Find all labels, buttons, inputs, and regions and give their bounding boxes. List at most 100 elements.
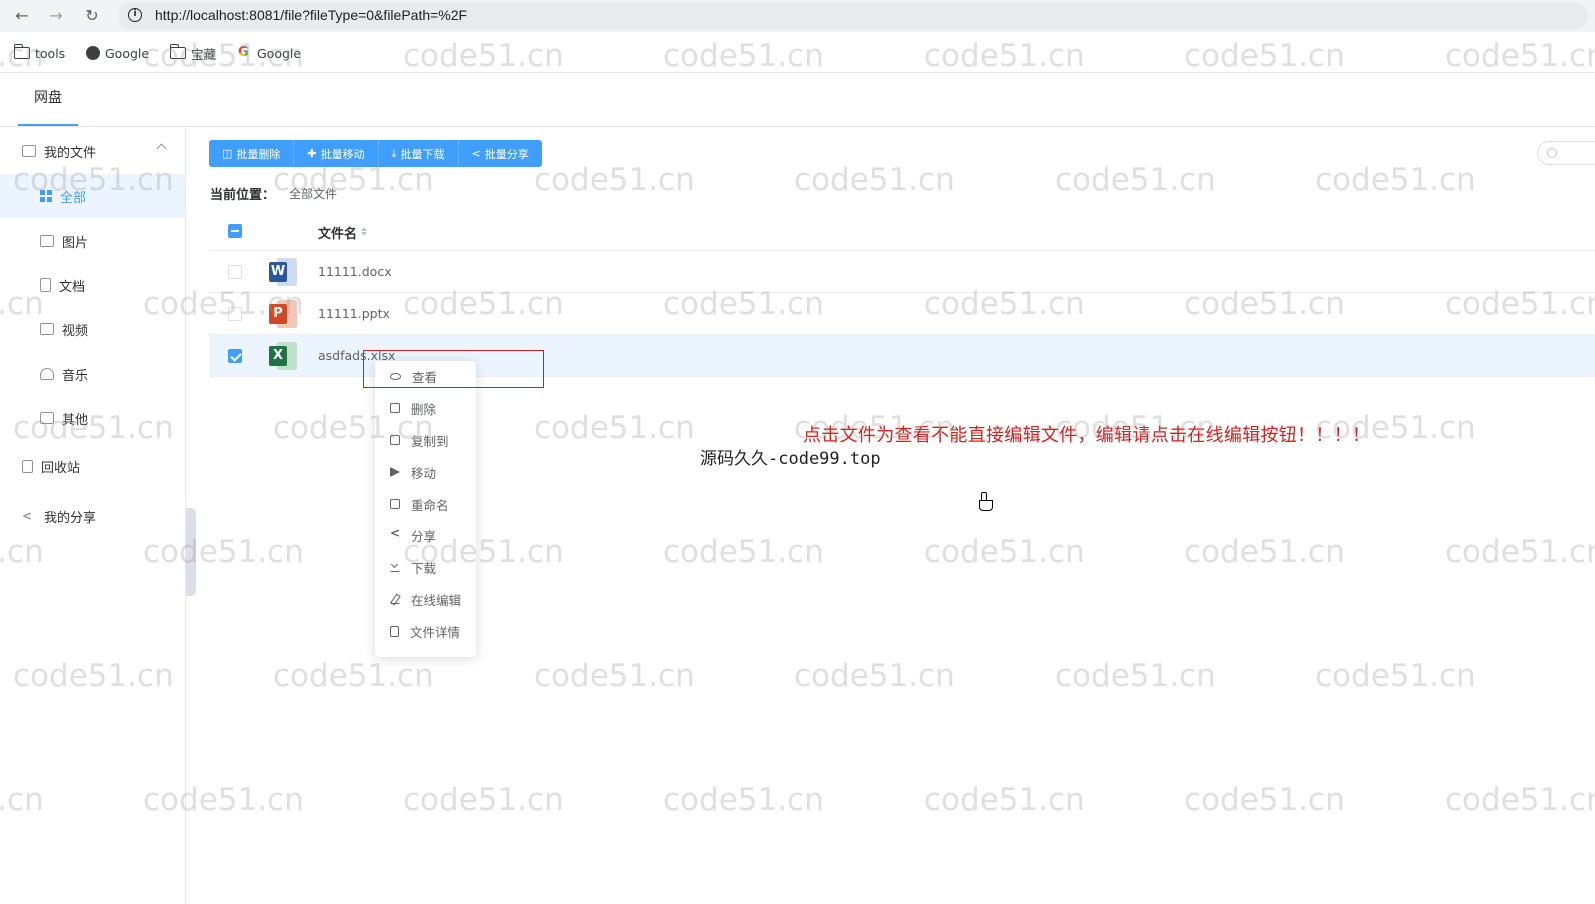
file-name[interactable]: 11111.pptx <box>318 306 390 321</box>
menu-item-share[interactable]: 分享 <box>375 520 476 550</box>
bookmark-google[interactable]: Google <box>86 43 149 63</box>
watermark-text: code51.cn <box>1315 658 1476 694</box>
share-icon: < <box>22 509 33 523</box>
search-icon <box>1547 148 1557 158</box>
signature-text: 源码久久-code99.top <box>700 449 881 469</box>
sort-icon[interactable] <box>361 224 367 238</box>
batch-delete-button[interactable]: ◫ 批量删除 <box>209 140 295 167</box>
bookmark-treasure[interactable]: 宝藏 <box>169 43 217 63</box>
folder-icon <box>13 44 30 59</box>
pen-icon <box>390 594 400 604</box>
watermark-text: code51.cn <box>924 782 1085 818</box>
sidebar-item-label: 视频 <box>62 323 89 339</box>
document-icon <box>40 278 51 292</box>
sidebar-item-recycle-bin[interactable]: 回收站 <box>0 444 185 488</box>
sidebar-item-label: 其他 <box>62 412 89 428</box>
breadcrumb: 当前位置： 全部文件 <box>210 184 337 203</box>
watermark-text: code51.cn <box>1315 162 1476 198</box>
grid-icon <box>40 190 52 202</box>
sidebar-item-videos[interactable]: 视频 <box>0 307 185 351</box>
sidebar-item-other[interactable]: 其他 <box>0 396 185 440</box>
bookmark-tools[interactable]: tools <box>13 43 66 63</box>
sidebar: 我的文件 全部 图片 文档 视频 音乐 其他 回收站 < 我的分享 <box>0 127 186 904</box>
menu-item-file-details[interactable]: 文件详情 <box>375 616 476 646</box>
watermark-text: code51.cn <box>1445 534 1595 570</box>
tab-netdisk[interactable]: 网盘 <box>18 86 78 126</box>
menu-item-rename[interactable]: 重命名 <box>375 489 476 519</box>
select-all-checkbox[interactable] <box>228 224 242 238</box>
folder-icon <box>22 145 36 157</box>
trash-icon: ◫ <box>222 147 233 160</box>
menu-item-label: 分享 <box>411 528 437 544</box>
google-icon: G <box>238 46 252 60</box>
powerpoint-file-icon: P <box>269 300 297 328</box>
back-icon[interactable]: ← <box>12 6 32 26</box>
menu-item-copy-to[interactable]: 复制到 <box>375 425 476 455</box>
table-row[interactable]: W 11111.docx <box>209 251 1595 293</box>
watermark-text: code51.cn <box>1184 534 1345 570</box>
watermark-text: code51.cn <box>273 658 434 694</box>
menu-item-label: 删除 <box>411 401 437 417</box>
row-checkbox[interactable] <box>228 307 242 321</box>
column-header-filename[interactable]: 文件名 <box>318 223 357 242</box>
highlight-box <box>363 350 544 388</box>
word-file-icon: W <box>269 258 297 286</box>
batch-share-button[interactable]: < 批量分享 <box>458 140 542 167</box>
forward-icon[interactable]: → <box>46 6 66 26</box>
folder-icon <box>169 44 186 59</box>
batch-download-button[interactable]: ⤓ 批量下载 <box>378 140 459 167</box>
menu-item-label: 在线编辑 <box>411 592 462 608</box>
watermark-text: code51.cn <box>924 534 1085 570</box>
menu-item-move[interactable]: 移动 <box>375 457 476 487</box>
divider <box>0 72 1595 73</box>
breadcrumb-item-all-files[interactable]: 全部文件 <box>289 185 337 202</box>
watermark-text: code51.cn <box>1055 162 1216 198</box>
watermark-text: code51.cn <box>1055 658 1216 694</box>
sidebar-item-music[interactable]: 音乐 <box>0 352 185 396</box>
button-label: 批量移动 <box>320 147 365 161</box>
table-row[interactable]: P 11111.pptx <box>209 293 1595 335</box>
menu-item-download[interactable]: 下载 <box>375 552 476 582</box>
chevron-up-icon <box>156 143 167 154</box>
watermark-text: code51.cn <box>663 534 824 570</box>
search-input[interactable] <box>1537 141 1595 165</box>
sidebar-item-label: 音乐 <box>62 368 89 384</box>
download-icon: ⤓ <box>391 146 397 160</box>
sidebar-item-label: 回收站 <box>41 460 81 476</box>
sidebar-item-images[interactable]: 图片 <box>0 219 185 263</box>
globe-icon <box>86 46 100 60</box>
sidebar-item-documents[interactable]: 文档 <box>0 263 185 307</box>
bookmark-label: 宝藏 <box>191 46 217 62</box>
bookmark-label: tools <box>35 45 66 61</box>
url-text[interactable]: http://localhost:8081/file?fileType=0&fi… <box>155 7 467 23</box>
document-icon <box>390 625 399 637</box>
row-checkbox[interactable] <box>228 265 242 279</box>
menu-item-label: 移动 <box>411 465 437 481</box>
breadcrumb-label: 当前位置： <box>210 188 276 203</box>
divider <box>0 126 1595 127</box>
button-label: 批量分享 <box>484 147 529 161</box>
sidebar-item-label: 我的分享 <box>44 510 97 526</box>
headphones-icon <box>40 368 54 380</box>
menu-item-online-edit[interactable]: 在线编辑 <box>375 584 476 614</box>
bookmark-google-2[interactable]: G Google <box>238 43 301 63</box>
send-icon <box>390 467 400 477</box>
excel-file-icon: X <box>269 342 297 370</box>
watermark-text: code51.cn <box>403 782 564 818</box>
watermark-text: code51.cn <box>1445 782 1595 818</box>
bookmark-label: Google <box>105 45 150 61</box>
file-name[interactable]: 11111.docx <box>318 264 392 279</box>
menu-item-delete[interactable]: 删除 <box>375 393 476 423</box>
watermark-text: code51.cn <box>1184 782 1345 818</box>
hand-cursor-icon <box>978 492 993 511</box>
reload-icon[interactable]: ↻ <box>82 6 102 26</box>
row-checkbox[interactable] <box>228 349 242 363</box>
sidebar-group-my-files[interactable]: 我的文件 <box>0 129 185 173</box>
table-header: 文件名 <box>209 212 1595 251</box>
sidebar-item-my-share[interactable]: < 我的分享 <box>0 494 185 538</box>
watermark-text: code51.cn <box>663 782 824 818</box>
sidebar-collapse-handle[interactable] <box>186 508 196 596</box>
batch-move-button[interactable]: ✚ 批量移动 <box>294 140 379 167</box>
sidebar-item-all[interactable]: 全部 <box>0 174 185 218</box>
site-info-icon[interactable]: i <box>128 8 142 22</box>
